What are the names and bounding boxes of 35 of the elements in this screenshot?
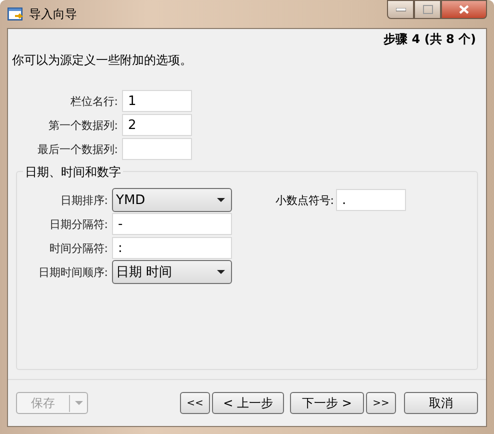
caret-icon <box>217 270 225 274</box>
window-title: 导入向导 <box>29 6 77 22</box>
minimize-icon <box>396 8 406 12</box>
field-label: 日期分隔符: <box>48 216 109 232</box>
wizard-button[interactable]: < 上一步 <box>212 392 284 414</box>
field-label: 时间分隔符: <box>48 240 109 256</box>
input-field[interactable]: - <box>112 213 232 235</box>
close-icon <box>459 5 469 14</box>
wizard-button[interactable]: 下一步 > <box>290 392 364 414</box>
input-field[interactable]: 1 <box>122 90 192 112</box>
wizard-button[interactable]: >> <box>366 392 396 414</box>
group-title: 日期、时间和数字 <box>23 164 123 181</box>
close-button[interactable] <box>441 0 487 19</box>
input-field[interactable]: : <box>112 237 232 259</box>
step-indicator: 步骤 4 (共 8 个) <box>382 31 477 48</box>
wizard-button[interactable]: << <box>180 392 210 414</box>
field-label: 小数点符号: <box>274 192 335 208</box>
maximize-icon <box>422 5 432 14</box>
field-label: 栏位名行: <box>69 94 119 108</box>
dropdown[interactable]: YMD <box>112 188 232 212</box>
wizard-icon <box>7 6 23 22</box>
caret-icon <box>75 401 83 405</box>
field-label: 日期排序: <box>59 192 109 208</box>
caret-icon <box>217 198 225 202</box>
input-field[interactable]: . <box>336 189 406 211</box>
input-field[interactable]: 2 <box>122 114 192 136</box>
input-field[interactable] <box>122 138 192 160</box>
field-label: 第一个数据列: <box>47 118 119 132</box>
maximize-button[interactable] <box>414 0 441 19</box>
wizard-button[interactable]: 取消 <box>404 392 478 414</box>
field-label: 最后一个数据列: <box>36 142 119 156</box>
field-label: 日期时间顺序: <box>37 264 109 280</box>
description-text: 你可以为源定义一些附加的选项。 <box>12 52 193 69</box>
dropdown[interactable]: 日期 时间 <box>112 260 232 284</box>
minimize-button[interactable] <box>387 0 414 19</box>
